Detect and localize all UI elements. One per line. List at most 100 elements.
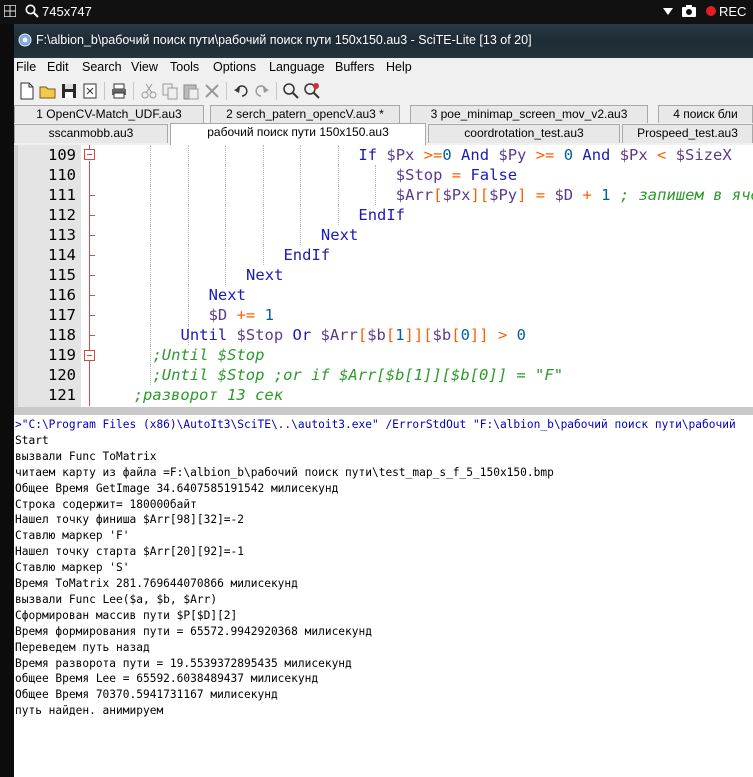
code-line[interactable]: 111 $Arr[$Px][$Py] = $D + 1 ; запишем в я… — [14, 185, 753, 205]
title-bar[interactable]: F:\albion_b\рабочий поиск пути\рабочий п… — [14, 24, 753, 58]
print-icon[interactable] — [110, 82, 128, 100]
output-line: Сформирован массив пути $P[$D][2] — [15, 608, 238, 622]
record-label[interactable]: REC — [719, 4, 746, 19]
tab-poisk-bli[interactable]: 4 поиск бли — [658, 105, 753, 124]
code-token: >= — [535, 146, 564, 164]
record-icon[interactable] — [706, 6, 716, 16]
code-line[interactable]: 109 If $Px >=0 And $Py >= 0 And $Px < $Si… — [14, 145, 753, 165]
code-token: $Arr — [395, 186, 434, 204]
code-editor[interactable]: 109 If $Px >=0 And $Py >= 0 And $Px < $Si… — [14, 145, 753, 407]
indent-guide — [150, 305, 152, 325]
menu-search[interactable]: Search — [82, 60, 122, 74]
camera-icon[interactable] — [682, 5, 696, 17]
code-token: = — [451, 166, 471, 184]
indent-guide — [337, 205, 339, 225]
line-number: 121 — [48, 386, 76, 404]
line-number: 111 — [48, 186, 76, 204]
menu-language[interactable]: Language — [269, 60, 325, 74]
code-token: If — [358, 146, 387, 164]
code-token: [ — [357, 326, 368, 344]
output-pane[interactable]: >"C:\Program Files (x86)\AutoIt3\SciTE\.… — [14, 415, 753, 777]
editor-horizontal-scrollbar[interactable] — [14, 407, 753, 415]
find-icon[interactable] — [282, 82, 300, 100]
code-text: EndIf — [358, 206, 405, 224]
indent-guide — [187, 225, 189, 245]
menu-help[interactable]: Help — [386, 60, 412, 74]
code-token: ]][ — [404, 326, 433, 344]
close-file-icon[interactable] — [81, 82, 99, 100]
paste-icon[interactable] — [182, 82, 200, 100]
menu-view[interactable]: View — [131, 60, 158, 74]
output-line: читаем карту из файла =F:\albion_b\рабоч… — [15, 465, 554, 479]
tab-coordrotation-test[interactable]: coordrotation_test.au3 — [428, 124, 620, 143]
redo-icon[interactable] — [253, 82, 271, 100]
undo-icon[interactable] — [232, 82, 250, 100]
delete-icon[interactable] — [203, 82, 221, 100]
output-line: Общее Время 70370.5941731167 милисекунд — [15, 688, 278, 702]
replace-icon[interactable] — [303, 82, 321, 100]
tab-row-1: 1 OpenCV-Match_UDF.au3 2 serch_patern_op… — [14, 104, 753, 124]
line-number: 116 — [48, 286, 76, 304]
indent-guide — [300, 165, 302, 185]
output-line: Ставлю маркер 'S' — [15, 561, 130, 575]
output-line: Нашел точку старта $Arr[20][92]=-1 — [15, 545, 245, 559]
copy-icon[interactable] — [161, 82, 179, 100]
dropdown-icon[interactable] — [663, 8, 673, 16]
code-line[interactable]: 118 Until $Stop Or $Arr[$b[1]][$b[0]] > 0 — [14, 325, 753, 345]
indent-guide — [187, 305, 189, 325]
code-line[interactable]: 121 ;разворот 13 сек — [14, 385, 753, 405]
menu-buffers[interactable]: Buffers — [335, 60, 374, 74]
code-token: $SizeX — [675, 146, 742, 164]
indent-guide — [150, 185, 152, 205]
toolbar-separator — [226, 82, 227, 100]
menu-file[interactable]: File — [16, 60, 36, 74]
output-line: Время разворота пути = 19.5539372895435 … — [15, 656, 352, 670]
code-line[interactable]: 114 EndIf — [14, 245, 753, 265]
code-line[interactable]: 116 Next — [14, 285, 753, 305]
output-line: Время ToMatrix 281.769644070866 милисеку… — [15, 577, 298, 590]
menu-options[interactable]: Options — [213, 60, 256, 74]
code-token: += — [236, 306, 265, 324]
code-token: 0 — [460, 326, 470, 344]
code-line[interactable]: 110 $Stop = False — [14, 165, 753, 185]
tab-sscanmobb[interactable]: sscanmobb.au3 — [14, 124, 168, 143]
indent-guide — [187, 185, 189, 205]
line-number: 110 — [48, 166, 76, 184]
open-folder-icon[interactable] — [39, 82, 57, 100]
code-token: $D — [208, 306, 237, 324]
code-token: ; запишем в ячейку — [619, 186, 753, 204]
code-token: EndIf — [283, 246, 331, 264]
code-token: False — [470, 166, 518, 184]
menu-edit[interactable]: Edit — [47, 60, 69, 74]
code-token: $Py — [498, 146, 536, 164]
grid-icon[interactable] — [4, 5, 16, 17]
code-line[interactable]: 120 ;Until $Stop ;or if $Arr[$b[1]][$b[0]… — [14, 365, 753, 385]
window-title: F:\albion_b\рабочий поиск пути\рабочий п… — [36, 33, 532, 47]
tab-poe-minimap[interactable]: 3 poe_minimap_screen_mov_v2.au3 — [410, 105, 648, 124]
line-number: 118 — [48, 326, 76, 344]
recorder-bar: 745x747 REC — [0, 0, 753, 24]
code-line[interactable]: 119 ;Until $Stop — [14, 345, 753, 365]
code-line[interactable]: 117 $D += 1 — [14, 305, 753, 325]
code-line[interactable]: 113 Next — [14, 225, 753, 245]
code-line[interactable]: 112 EndIf — [14, 205, 753, 225]
tab-serch-patern[interactable]: 2 serch_patern_opencV.au3 * — [210, 105, 400, 124]
output-line: Время формирования пути = 65572.99429203… — [15, 624, 372, 638]
code-text: EndIf — [283, 246, 330, 264]
tab-prospeed-test[interactable]: Prospeed_test.au3 — [622, 124, 753, 143]
code-token: Next — [208, 286, 246, 304]
code-token: 1 — [264, 306, 274, 324]
cut-icon[interactable] — [140, 82, 158, 100]
tab-rabochiy-poisk-puti[interactable]: рабочий поиск пути 150x150.au3 — [170, 123, 426, 145]
output-line: Строка содержит= 180000байт — [15, 497, 197, 511]
code-line[interactable]: 115 Next — [14, 265, 753, 285]
indent-guide — [337, 145, 339, 165]
save-icon[interactable] — [60, 82, 78, 100]
menu-tools[interactable]: Tools — [170, 60, 199, 74]
code-text: $Arr[$Px][$Py] = $D + 1 ; запишем в ячей… — [396, 186, 753, 204]
zoom-icon[interactable] — [25, 4, 39, 18]
code-token: [ — [451, 326, 461, 344]
new-file-icon[interactable] — [18, 82, 36, 100]
tab-opencv-match[interactable]: 1 OpenCV-Match_UDF.au3 — [14, 105, 204, 124]
code-token: And — [461, 146, 499, 164]
